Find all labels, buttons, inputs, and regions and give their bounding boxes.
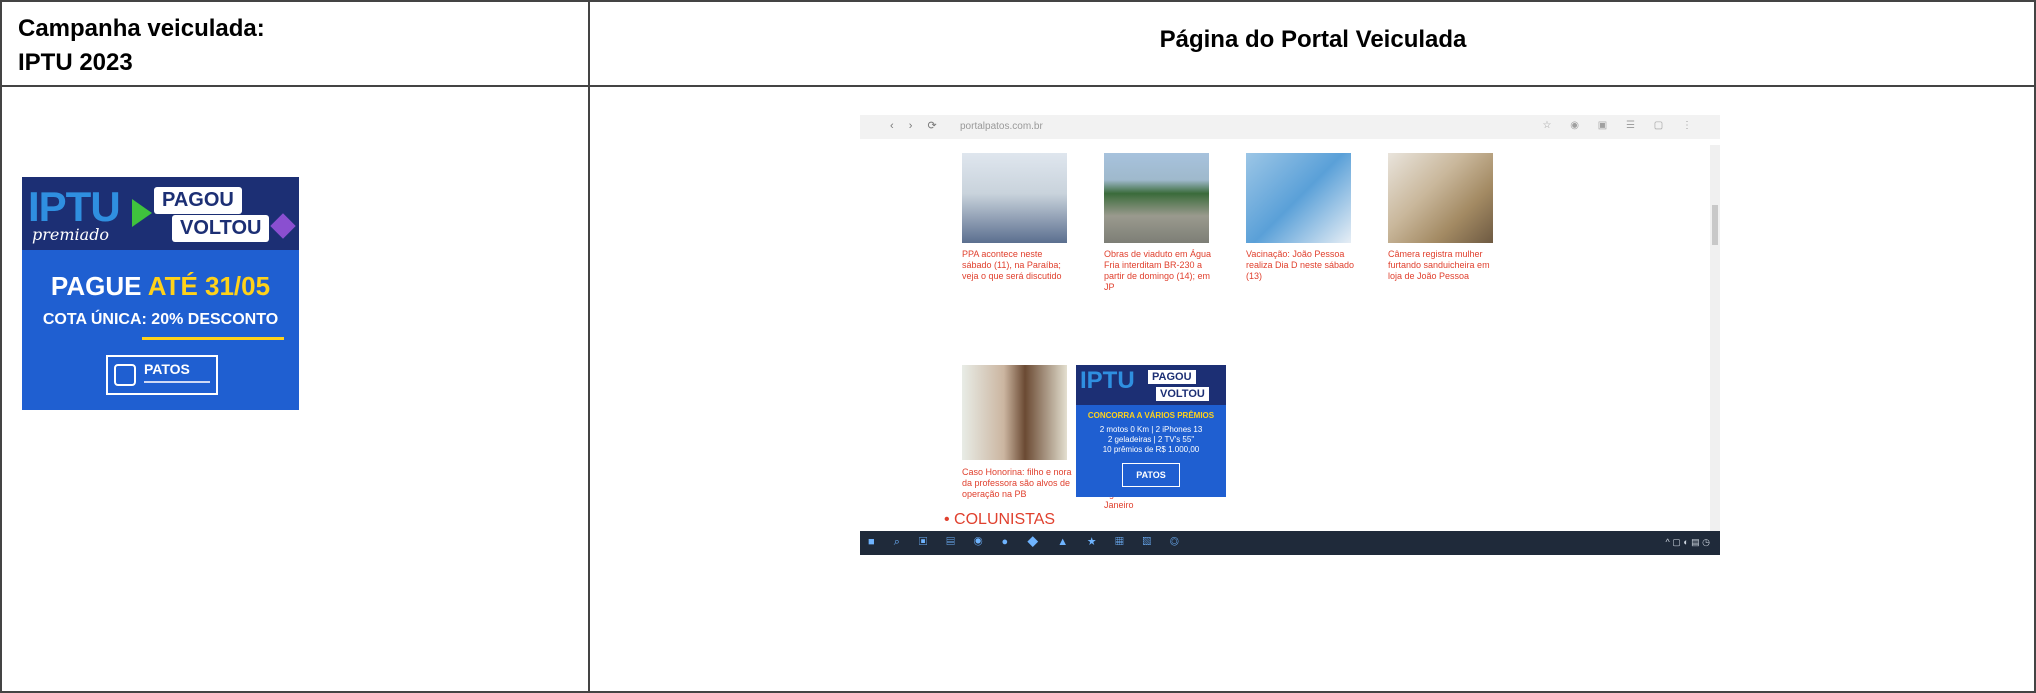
right-header: Página do Portal Veiculada [1159,26,1467,53]
news-image-3[interactable] [1246,153,1351,243]
banner-cota: COTA ÚNICA: 20% DESCONTO [42,311,279,328]
news-image-4[interactable] [1388,153,1493,243]
left-header-line2: IPTU 2023 [18,49,133,76]
campaign-banner: IPTU premiado PAGOU VOLTOU PAGUE ATÉ 31/… [22,177,299,410]
news-image-1[interactable] [962,153,1067,243]
banner-premiado: premiado [32,225,110,244]
arrow-icon [132,199,152,227]
taskbar-tray[interactable]: ^ ▢ ◐ ▤ ◷ [1665,537,1710,548]
scrollbar-thumb[interactable] [1712,205,1718,245]
portal-ad-logo: PATOS [1122,463,1180,487]
banner-iptu: IPTU [28,183,121,230]
browser-url[interactable]: portalpatos.com.br [960,121,1043,132]
patos-logo-name: PATOS [144,361,190,377]
portal-ad-line1: 2 motos 0 Km | 2 iPhones 13 [1099,425,1203,434]
patos-logo: PATOS [106,355,218,395]
portal-ad-prizes: 2 motos 0 Km | 2 iPhones 13 2 geladeiras… [1076,425,1226,455]
banner-rule [142,337,284,340]
campaign-table: Campanha veiculada: IPTU 2023 Página do … [0,0,2036,693]
news-caption-2[interactable]: Obras de viaduto em Água Fria interditam… [1104,249,1214,293]
portal-ad-line3: 10 prêmios de R$ 1.000,00 [1102,445,1200,454]
portal-ad-concorra: CONCORRA A VÁRIOS PRÊMIOS [1087,411,1215,420]
table-column-divider [588,0,590,693]
news-caption-5[interactable]: Caso Honorina: filho e nora da professor… [962,467,1072,500]
left-header-line1: Campanha veiculada: [18,15,265,42]
table-border-top [0,0,2036,2]
portal-screenshot: ‹ › ⟳ portalpatos.com.br ☆ ◉ ▣ ☰ ▢ ⋮ PPA… [860,115,1720,555]
portal-ad-line2: 2 geladeiras | 2 TV's 55" [1107,435,1195,444]
banner-pague: PAGUE ATÉ 31/05 [22,271,299,302]
table-header-divider [0,85,2036,87]
windows-taskbar: ■ ⌕ ▣ ▤ ◉ ● ◆ ▲ ★ ▦ ▧ ◎ ^ ▢ ◐ ▤ ◷ [860,531,1720,555]
banner-ate: ATÉ 31/05 [147,271,271,301]
seal-icon [114,364,136,386]
browser-extension-icons[interactable]: ☆ ◉ ▣ ☰ ▢ ⋮ [1543,120,1700,131]
news-caption-3[interactable]: Vacinação: João Pessoa realiza Dia D nes… [1246,249,1356,282]
news-caption-1[interactable]: PPA acontece neste sábado (11), na Paraí… [962,249,1072,282]
banner-voltou: VOLTOU [172,215,270,242]
portal-ad-pagou: PAGOU [1148,370,1196,384]
browser-nav-icons[interactable]: ‹ › ⟳ [890,119,943,132]
browser-chrome: ‹ › ⟳ portalpatos.com.br ☆ ◉ ▣ ☰ ▢ ⋮ [860,115,1720,139]
portal-ad-iptu: IPTU [1080,367,1135,394]
taskbar-icons[interactable]: ■ ⌕ ▣ ▤ ◉ ● ◆ ▲ ★ ▦ ▧ ◎ [868,536,1187,549]
banner-pagou: PAGOU [154,187,242,214]
table-border-left [0,0,2,693]
portal-ad-voltou: VOLTOU [1156,387,1209,401]
patos-logo-subline [144,381,210,389]
news-caption-4[interactable]: Câmera registra mulher furtando sanduich… [1388,249,1498,282]
news-image-2[interactable] [1104,153,1209,243]
page-scrollbar[interactable] [1710,145,1720,533]
left-header: Campanha veiculada: IPTU 2023 [18,12,265,80]
news-image-5[interactable] [962,365,1067,460]
colunistas-heading[interactable]: • COLUNISTAS [944,511,1055,529]
portal-ad-banner[interactable]: IPTU PAGOU VOLTOU CONCORRA A VÁRIOS PRÊM… [1076,365,1226,497]
banner-pague-word: PAGUE [50,271,142,301]
